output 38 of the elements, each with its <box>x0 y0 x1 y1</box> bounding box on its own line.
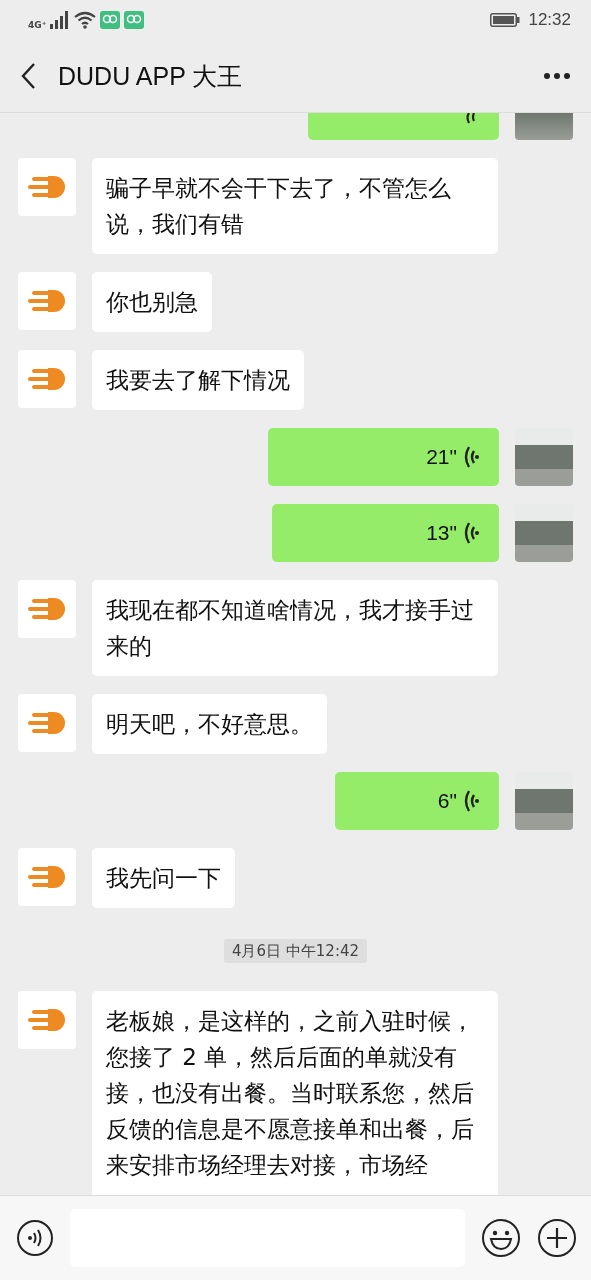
photo-avatar[interactable] <box>515 428 573 486</box>
logo-avatar[interactable] <box>18 158 76 216</box>
voice-message-bubble[interactable]: 21" <box>268 428 499 486</box>
back-icon[interactable] <box>20 62 36 90</box>
wifi-icon <box>74 11 97 29</box>
logo-avatar[interactable] <box>18 580 76 638</box>
message-text: 老板娘，是这样的，之前入驻时候，您接了 2 单，然后后面的单就没有接，也没有出餐。当时联系您，然后反馈的信息是不愿意接单和出餐，后来安排市场经理去对接，市场经 <box>106 1008 474 1178</box>
voice-wave-icon <box>463 445 479 469</box>
voice-message-bubble[interactable]: 13" <box>272 504 499 562</box>
voice-input-icon[interactable] <box>16 1219 54 1257</box>
more-options-icon[interactable] <box>543 72 571 80</box>
chat-title: DUDU APP 大王 <box>58 60 244 92</box>
logo-avatar[interactable] <box>18 848 76 906</box>
message-text: 你也别急 <box>106 289 198 315</box>
network-type-label: 4G⁺ <box>28 20 47 30</box>
app-notification-icon <box>100 11 121 29</box>
voice-message-bubble[interactable]: 6" <box>335 772 499 830</box>
message-text: 我要去了解下情况 <box>106 367 290 393</box>
voice-wave-icon <box>463 789 479 813</box>
clock-time: 12:32 <box>528 10 571 30</box>
message-text: 我先问一下 <box>106 865 221 891</box>
message-text: 明天吧，不好意思。 <box>106 711 313 737</box>
plus-icon[interactable] <box>537 1218 577 1258</box>
battery-icon <box>490 13 521 27</box>
message-text: 骗子早就不会干下去了，不管怎么说，我们有错 <box>106 175 451 237</box>
logo-avatar[interactable] <box>18 991 76 1049</box>
logo-avatar[interactable] <box>18 272 76 330</box>
photo-avatar[interactable] <box>515 113 573 140</box>
photo-avatar[interactable] <box>515 504 573 562</box>
logo-avatar[interactable] <box>18 350 76 408</box>
timestamp-label: 4月6日 中午12:42 <box>223 939 368 963</box>
voice-wave-icon <box>463 521 479 545</box>
emoji-icon[interactable] <box>481 1218 521 1258</box>
message-text: 我现在都不知道啥情况，我才接手过来的 <box>106 597 474 659</box>
logo-avatar[interactable] <box>18 694 76 752</box>
photo-avatar[interactable] <box>515 772 573 830</box>
app-notification-icon <box>124 11 145 29</box>
signal-icon <box>50 11 71 29</box>
